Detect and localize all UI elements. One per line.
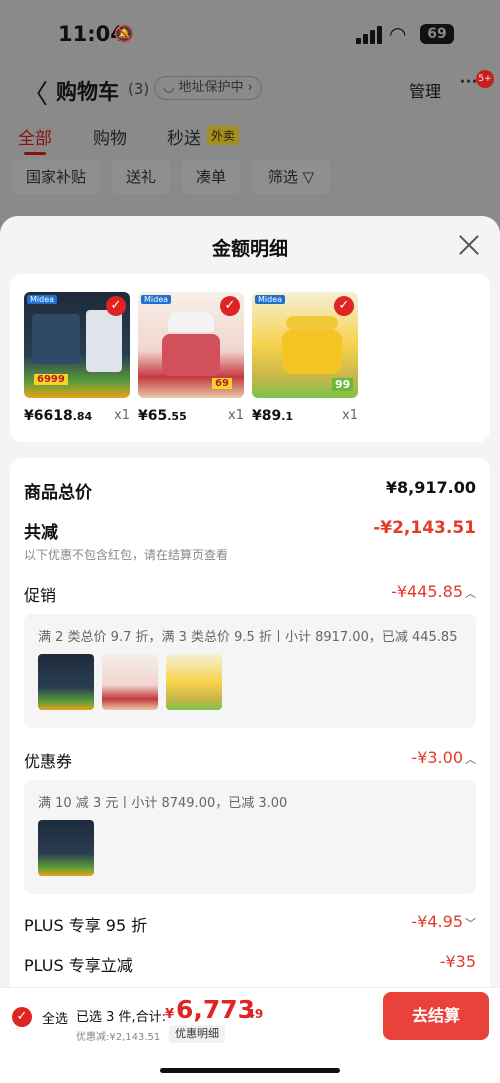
product-item[interactable]: Midea 99 ✓ ¥89.1 x1 [252,292,358,424]
product-image-fridge: Midea 6999 ✓ [24,292,130,398]
status-bar: 11:04 🔕 ◠ 69 [0,18,500,52]
coupon-thumb-fridge [38,820,94,876]
tab-instant-delivery[interactable]: 秒送 [167,124,201,149]
manage-button[interactable]: 管理 [409,78,441,102]
product-item[interactable]: Midea 69 ✓ ¥65.55 x1 [138,292,244,424]
product-qty: x1 [342,408,358,423]
tab-shopping[interactable]: 购物 [93,124,127,149]
promotion-row[interactable]: 促销 -¥445.85 ︿ [24,582,476,608]
select-all-check-icon[interactable]: ✓ [12,1007,32,1027]
more-badge: 5+ [476,70,494,88]
product-image-cooker: Midea 99 ✓ [252,292,358,398]
coupon-detail-box: 满 10 减 3 元丨小计 8749.00，已减 3.00 [24,780,476,894]
product-image-chopper: Midea 69 ✓ [138,292,244,398]
goods-total-row: 商品总价 ¥8,917.00 [24,478,476,503]
promo-thumb-cooker [166,654,222,710]
reduction-note: 以下优惠不包含红包，请在结算页查看 [24,548,229,562]
plus-95-discount-row[interactable]: PLUS 专享 95 折 -¥4.95 ﹀ [24,912,476,938]
cart-nav-bar: 〈 购物车 (3) ◡ 地址保护中 › 管理 ··· 5+ [0,70,500,110]
discount-detail-button[interactable]: 优惠明细 [169,1025,225,1043]
back-icon[interactable]: 〈 [22,74,48,111]
mute-icon: 🔕 [114,24,134,43]
battery-icon: 69 [420,24,454,44]
promo-thumb-fridge [38,654,94,710]
select-all-label[interactable]: 全选 [42,1008,68,1027]
filter-chips: 国家补贴 送礼 凑单 筛选 ▽ [0,160,500,194]
chip-bundle[interactable]: 凑单 [182,160,240,194]
checkout-button[interactable]: 去结算 [383,992,489,1040]
product-price: ¥6618.84 [24,408,93,424]
cart-tabs: 全部 购物 秒送 外卖 [0,124,500,155]
signal-icon [356,26,382,44]
total-currency: ¥ [165,1007,175,1022]
product-price: ¥89.1 [252,408,294,424]
promo-thumb-chopper [102,654,158,710]
selected-check-icon: ✓ [334,296,354,316]
chevron-down-icon: ﹀ [465,917,476,930]
waimai-badge: 外卖 [207,126,240,145]
tab-all[interactable]: 全部 [18,124,52,155]
plus-instant-reduction-row: PLUS 专享立减 -¥35 [24,952,476,975]
selected-count: 已选 3 件,合计: [76,1010,167,1025]
wifi-icon: ◠ [389,22,407,46]
promotion-detail-box: 满 2 类总价 9.7 折，满 3 类总价 9.5 折丨小计 8917.00，已… [24,614,476,728]
chevron-up-icon: ︿ [465,753,476,766]
cart-count: (3) [128,80,150,98]
chip-filter[interactable]: 筛选 ▽ [252,160,330,194]
total-reduction-row: 共减 -¥2,143.51 [24,518,476,543]
product-item[interactable]: Midea 6999 ✓ ¥6618.84 x1 [24,292,130,424]
product-summary-card: Midea 6999 ✓ ¥6618.84 x1 Midea 69 ✓ ¥65.… [10,274,490,442]
product-price: ¥65.55 [138,408,187,424]
chip-gift[interactable]: 送礼 [112,160,170,194]
sheet-title: 金额明细 [211,238,288,260]
close-icon[interactable] [458,234,480,256]
home-indicator [160,1068,340,1073]
more-icon[interactable]: ··· [459,70,478,95]
chip-national-subsidy[interactable]: 国家补贴 [12,160,100,194]
amount-detail-sheet: 金额明细 Midea 6999 ✓ ¥6618.84 x1 Midea 69 ✓… [0,216,500,1083]
page-title: 购物车 [56,80,119,104]
selected-check-icon: ✓ [106,296,126,316]
saved-amount: 优惠减:¥2,143.51 [76,1032,161,1043]
coupon-row[interactable]: 优惠券 -¥3.00 ︿ [24,748,476,774]
chevron-up-icon: ︿ [465,587,476,600]
address-protection-badge[interactable]: ◡ 地址保护中 › [154,76,262,100]
selected-check-icon: ✓ [220,296,240,316]
product-qty: x1 [228,408,244,423]
product-qty: x1 [114,408,130,423]
total-amount-decimal: .49 [242,1007,264,1021]
